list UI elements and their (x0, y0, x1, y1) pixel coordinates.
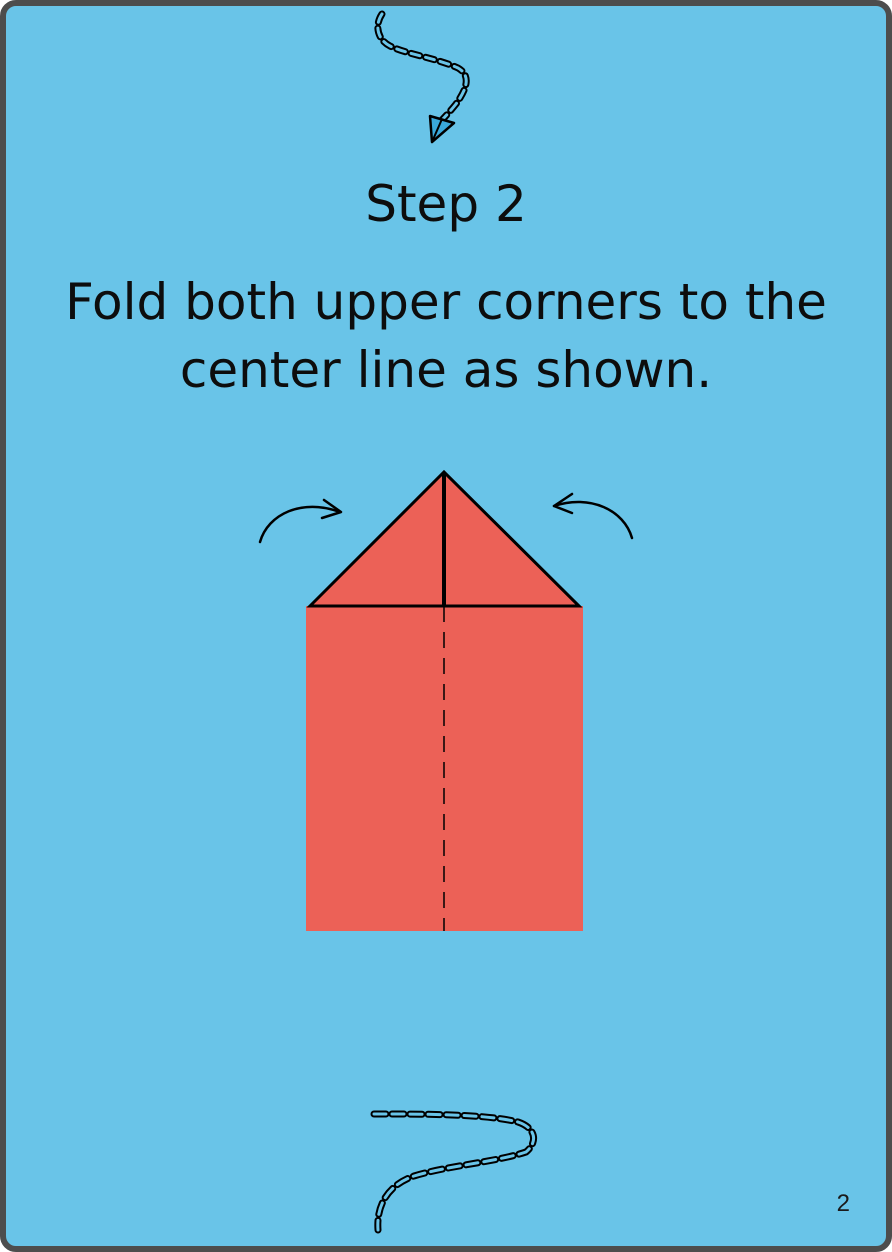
curved-arrow-right-icon (258, 498, 343, 544)
paper-diagram (306, 469, 583, 931)
page-number: 2 (836, 1190, 850, 1217)
instruction-card: Step 2 Fold both upper corners to the ce… (0, 0, 892, 1252)
flight-path-top-icon (374, 10, 470, 128)
flight-path-bottom-icon (370, 1110, 537, 1234)
step-title: Step 2 (365, 175, 527, 233)
paper-plane-icon (428, 114, 456, 144)
curved-arrow-left-icon (552, 492, 634, 540)
step-instruction: Fold both upper corners to the center li… (6, 268, 886, 404)
instruction-line-2: center line as shown. (179, 341, 713, 399)
instruction-line-1: Fold both upper corners to the (65, 273, 827, 331)
